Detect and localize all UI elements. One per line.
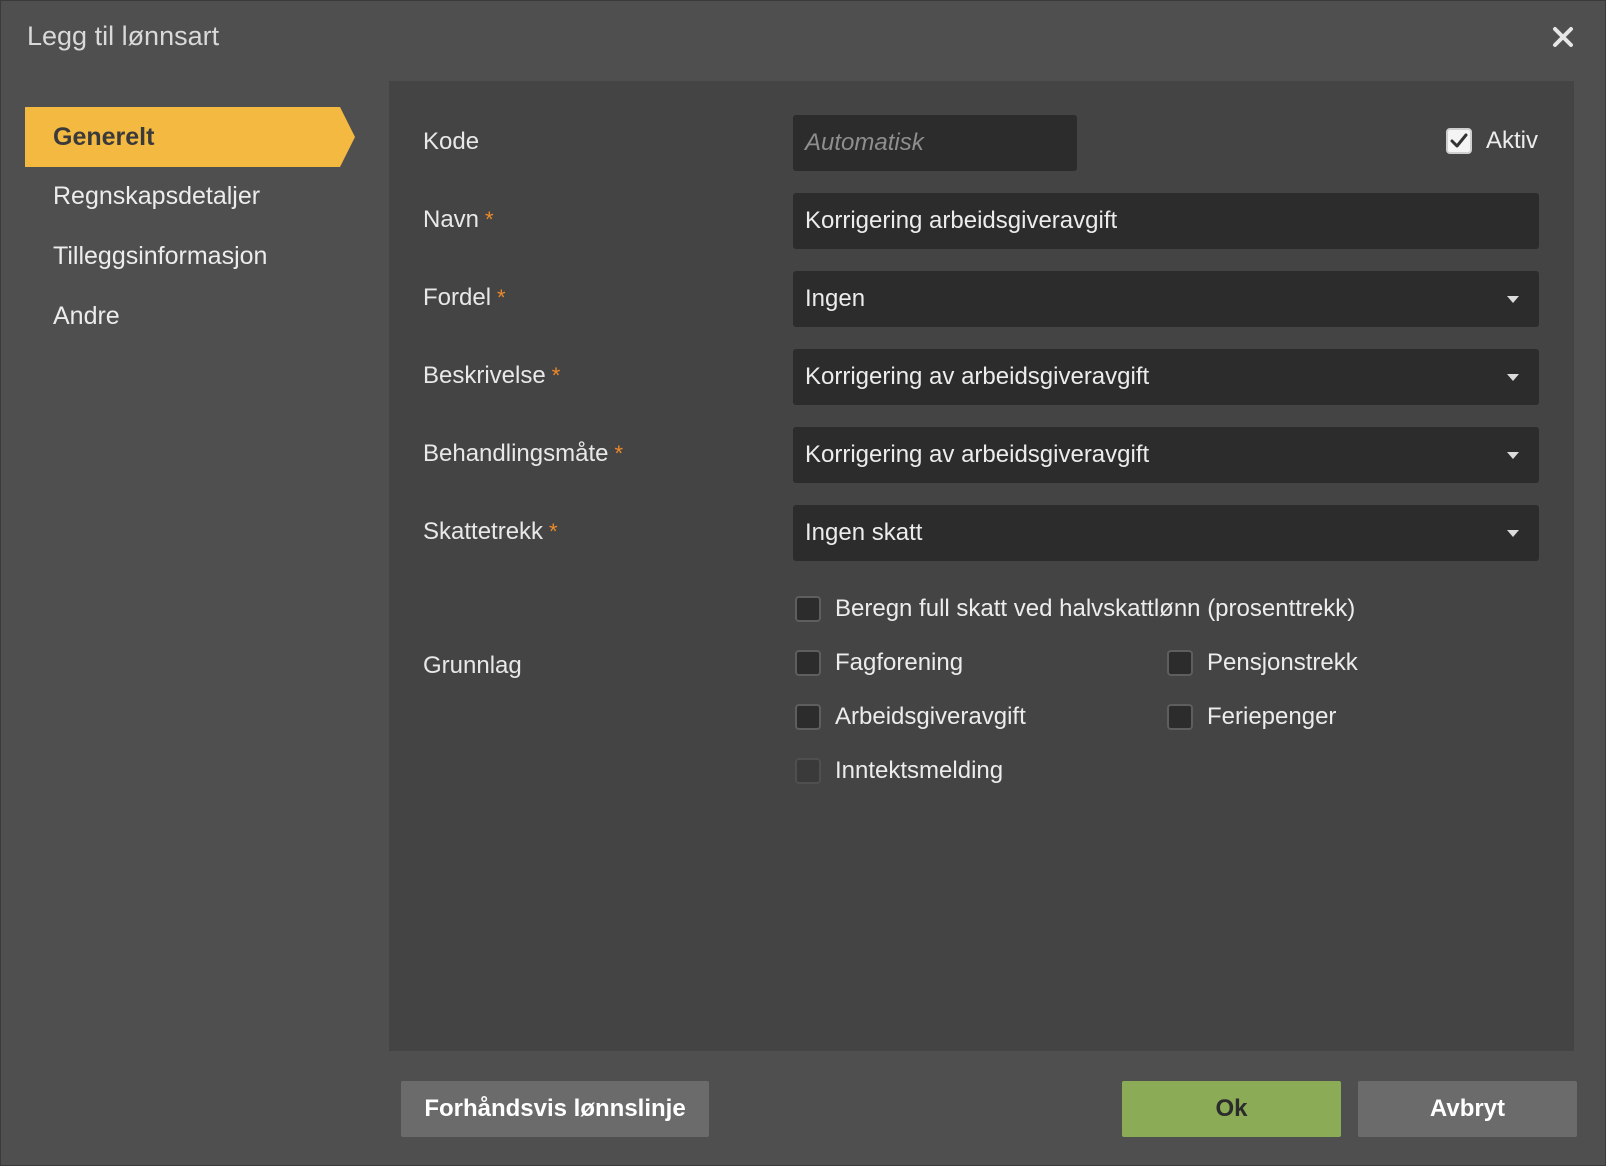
beskrivelse-label: Beskrivelse *: [423, 362, 561, 389]
behandlingsmate-select[interactable]: Korrigering av arbeidsgiveravgift: [793, 427, 1539, 483]
navn-label: Navn *: [423, 206, 494, 233]
behandlingsmate-label: Behandlingsmåte *: [423, 440, 624, 467]
cancel-button[interactable]: Avbryt: [1358, 1081, 1577, 1137]
add-pay-type-dialog: Legg til lønnsart Generelt Regnskapsdeta…: [0, 0, 1606, 1166]
full-skatt-label: Beregn full skatt ved halvskattlønn (pro…: [835, 595, 1356, 622]
preview-payline-button[interactable]: Forhåndsvis lønnslinje: [401, 1081, 709, 1137]
arbeidsgiveravgift-checkbox[interactable]: [795, 704, 821, 730]
kode-input[interactable]: Automatisk: [793, 115, 1077, 171]
nav-item-generelt[interactable]: Generelt: [25, 107, 355, 167]
chevron-down-icon: [1507, 374, 1519, 381]
chevron-down-icon: [1507, 452, 1519, 459]
pensjonstrekk-label: Pensjonstrekk: [1207, 649, 1358, 676]
navn-value: Korrigering arbeidsgiveravgift: [805, 207, 1118, 234]
pensjonstrekk-checkbox[interactable]: [1167, 650, 1193, 676]
navn-input[interactable]: Korrigering arbeidsgiveravgift: [793, 193, 1539, 249]
inntektsmelding-checkbox[interactable]: [795, 758, 821, 784]
fordel-value: Ingen: [805, 285, 866, 312]
skattetrekk-value: Ingen skatt: [805, 519, 923, 546]
fordel-select[interactable]: Ingen: [793, 271, 1539, 327]
nav-item-label: Tilleggsinformasjon: [53, 241, 268, 270]
behandlingsmate-value: Korrigering av arbeidsgiveravgift: [805, 441, 1150, 468]
nav-item-tilleggsinformasjon[interactable]: Tilleggsinformasjon: [25, 226, 355, 286]
aktiv-checkbox[interactable]: [1446, 128, 1472, 154]
beskrivelse-select[interactable]: Korrigering av arbeidsgiveravgift: [793, 349, 1539, 405]
chevron-down-icon: [1507, 296, 1519, 303]
full-skatt-checkbox[interactable]: [795, 596, 821, 622]
kode-placeholder: Automatisk: [805, 129, 924, 156]
feriepenger-checkbox[interactable]: [1167, 704, 1193, 730]
nav-item-label: Andre: [53, 301, 120, 330]
skattetrekk-label: Skattetrekk *: [423, 518, 558, 545]
arbeidsgiveravgift-label: Arbeidsgiveravgift: [835, 703, 1026, 730]
kode-label: Kode: [423, 128, 480, 155]
fordel-label: Fordel *: [423, 284, 506, 311]
grunnlag-label: Grunnlag: [423, 652, 522, 679]
chevron-down-icon: [1507, 530, 1519, 537]
nav-item-regnskapsdetaljer[interactable]: Regnskapsdetaljer: [25, 166, 355, 226]
ok-button[interactable]: Ok: [1122, 1081, 1341, 1137]
feriepenger-label: Feriepenger: [1207, 703, 1337, 730]
close-icon[interactable]: [1547, 21, 1579, 53]
nav-item-label: Generelt: [53, 122, 155, 151]
checkmark-icon: [1450, 133, 1468, 148]
nav-item-andre[interactable]: Andre: [25, 286, 355, 346]
skattetrekk-select[interactable]: Ingen skatt: [793, 505, 1539, 561]
inntektsmelding-label: Inntektsmelding: [835, 757, 1004, 784]
nav-item-label: Regnskapsdetaljer: [53, 181, 261, 210]
fagforening-checkbox[interactable]: [795, 650, 821, 676]
dialog-title: Legg til lønnsart: [27, 21, 220, 51]
aktiv-label: Aktiv: [1486, 127, 1539, 154]
beskrivelse-value: Korrigering av arbeidsgiveravgift: [805, 363, 1150, 390]
fagforening-label: Fagforening: [835, 649, 964, 676]
